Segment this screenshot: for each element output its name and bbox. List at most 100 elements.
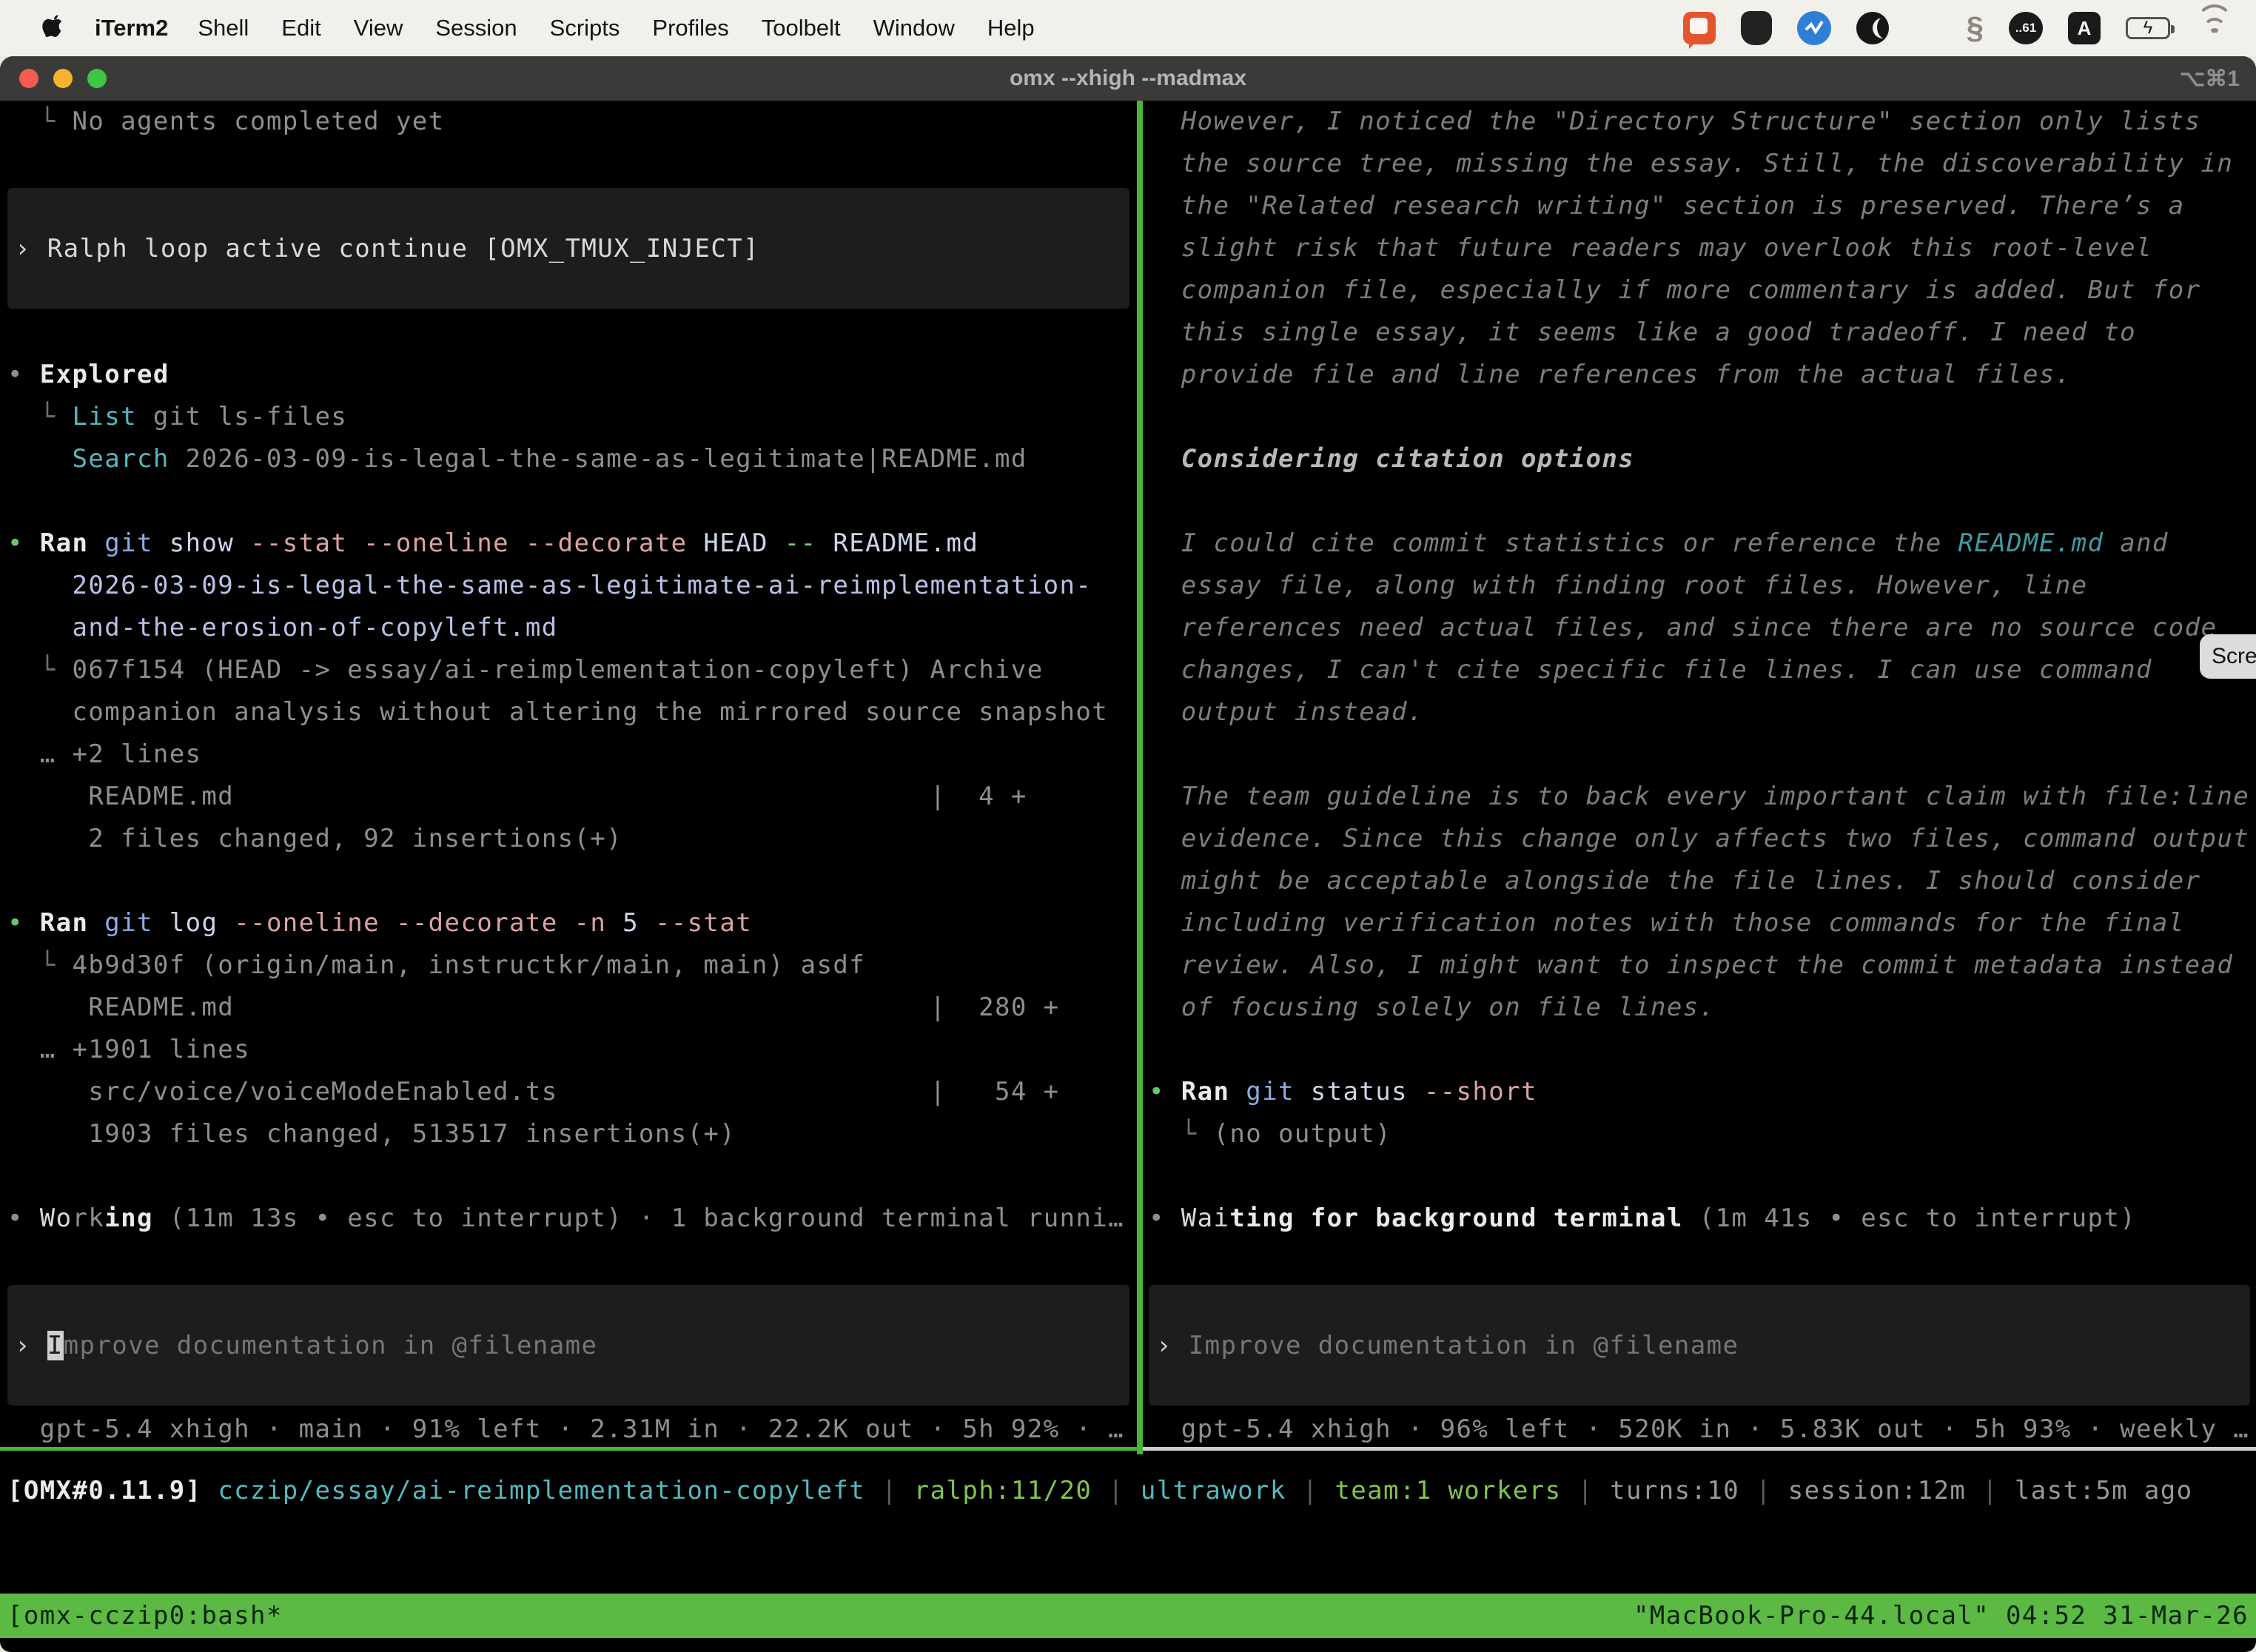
- text-segment: git ls-files: [137, 402, 347, 432]
- menu-bar-status-icons: § ..61 Aϟ: [1683, 10, 2234, 46]
- dots-grid-icon[interactable]: [1914, 15, 1941, 42]
- text-segment: Ran: [1181, 1077, 1230, 1107]
- text-segment: --stat: [250, 528, 347, 558]
- terminal-line: gpt-5.4 xhigh · main · 91% left · 2.31M …: [7, 1408, 1137, 1451]
- wifi-icon[interactable]: [2195, 13, 2234, 43]
- terminal-line: • Ran git status --short: [1149, 1071, 2256, 1113]
- tmux-status-bar: [omx-cczip0:bash* "MacBook-Pro-44.local"…: [0, 1594, 2256, 1638]
- tmux-pane-right[interactable]: However, I noticed the "Directory Struct…: [1143, 101, 2256, 1451]
- menu-item-shell[interactable]: Shell: [198, 15, 249, 41]
- text-segment: The team guideline is to back every impo…: [1149, 782, 2249, 811]
- text-segment: git: [104, 908, 153, 938]
- omx-segment: session:12m: [1788, 1476, 1967, 1505]
- pane-divider[interactable]: [1137, 101, 1143, 1454]
- squiggle-icon[interactable]: §: [1967, 10, 1984, 46]
- text-segment: Explored: [40, 360, 169, 389]
- text-segment: 2 files changed, 92 insertions(+): [7, 824, 622, 853]
- terminal-line: [1149, 1155, 2256, 1198]
- terminal-line: However, I noticed the "Directory Struct…: [1149, 101, 2256, 143]
- text-segment: the "Related research writing" section i…: [1149, 191, 2185, 221]
- percent-badge-icon[interactable]: ..61: [2009, 12, 2043, 44]
- terminal-line: Considering citation options: [1149, 438, 2256, 480]
- terminal-line: [7, 1240, 1137, 1282]
- terminal-line: [1149, 480, 2256, 523]
- terminal-line: [1149, 1029, 2256, 1071]
- screen-sharing-pill[interactable]: Scre: [2200, 634, 2256, 679]
- text-segment: README.md: [817, 528, 979, 558]
- omx-segment: |: [1739, 1476, 1788, 1505]
- text-segment: •: [1149, 1203, 1181, 1233]
- text-segment: README.md | 4 +: [7, 782, 1027, 811]
- text-segment: 4b9d30f (origin/main, instructkr/main, m…: [72, 950, 865, 980]
- menu-item-session[interactable]: Session: [435, 15, 517, 41]
- text-segment: essay file, along with finding root file…: [1149, 571, 2087, 600]
- crescent-icon[interactable]: [1856, 12, 1889, 44]
- text-segment: I could cite commit statistics or refere…: [1149, 528, 1958, 558]
- tmux-pane-left[interactable]: └ No agents completed yet› Ralph loop ac…: [0, 101, 1137, 1451]
- terminal-line: • Ran git show --stat --oneline --decora…: [7, 523, 1137, 565]
- text-segment: Search: [72, 444, 169, 474]
- terminal-line: gpt-5.4 xhigh · 96% left · 520K in · 5.8…: [1149, 1408, 2256, 1451]
- text-segment: slight risk that future readers may over…: [1149, 233, 2152, 263]
- menu-item-scripts[interactable]: Scripts: [550, 15, 620, 41]
- menu-item-toolbelt[interactable]: Toolbelt: [762, 15, 841, 41]
- terminal-line: [1149, 733, 2256, 776]
- omx-segment: ultrawork: [1141, 1476, 1286, 1505]
- terminal-line: review. Also, I might want to inspect th…: [1149, 944, 2256, 987]
- text-segment: •: [7, 360, 40, 389]
- omx-segment: team:1 workers: [1335, 1476, 1561, 1505]
- text-segment: [347, 528, 363, 558]
- terminal-line: └ 067f154 (HEAD -> essay/ai-reimplementa…: [7, 649, 1137, 691]
- text-segment: status: [1295, 1077, 1424, 1107]
- terminal-line: README.md | 280 +: [7, 987, 1137, 1029]
- apple-menu-icon[interactable]: [38, 15, 68, 41]
- terminal-line: [1149, 1240, 2256, 1282]
- chat-bubble-icon[interactable]: [1683, 12, 1716, 44]
- menu-item-profiles[interactable]: Profiles: [652, 15, 728, 41]
- terminal-line: evidence. Since this change only affects…: [1149, 818, 2256, 860]
- text-segment: •: [7, 908, 40, 938]
- terminal-line: output instead.: [1149, 691, 2256, 733]
- shield-grid-icon[interactable]: [1741, 11, 1772, 45]
- text-segment: 2026-03-09-is-legal-the-same-as-legitima…: [169, 444, 1027, 474]
- terminal-line: └ 4b9d30f (origin/main, instructkr/main,…: [7, 944, 1137, 987]
- terminal-line: … +1901 lines: [7, 1029, 1137, 1071]
- text-segment: •: [7, 1203, 40, 1233]
- omx-segment: |: [1092, 1476, 1141, 1505]
- menu-item-edit[interactable]: Edit: [281, 15, 320, 41]
- pulse-badge-icon[interactable]: [1797, 11, 1831, 45]
- ralph-loop-input[interactable]: › Ralph loop active continue [OMX_TMUX_I…: [7, 188, 1129, 309]
- prompt-input[interactable]: › Improve documentation in @filename: [7, 1285, 1129, 1406]
- terminal-line: changes, I can't cite specific file line…: [1149, 649, 2256, 691]
- window-titlebar[interactable]: omx --xhigh --madmax ⌥⌘1: [0, 56, 2256, 101]
- prompt-input[interactable]: › Improve documentation in @filename: [1149, 1285, 2250, 1406]
- text-segment: git: [104, 528, 153, 558]
- active-app-name[interactable]: iTerm2: [95, 15, 168, 41]
- text-segment: ting for background terminal: [1229, 1203, 1682, 1233]
- text-segment: gpt-5.4 xhigh · main · 91% left · 2.31M …: [7, 1414, 1124, 1444]
- text-segment: ›: [1156, 1331, 1189, 1360]
- menu-item-help[interactable]: Help: [987, 15, 1035, 41]
- text-segment: 2026-03-09-is-legal-the-same-as-legitima…: [7, 571, 1092, 600]
- terminal-line: • Explored: [7, 354, 1137, 396]
- keyboard-layout-icon[interactable]: A: [2068, 12, 2101, 44]
- text-segment: mprove documentation in @filename: [64, 1331, 598, 1360]
- terminal-line: [7, 1155, 1137, 1198]
- omx-segment: last:5m ago: [2015, 1476, 2193, 1505]
- menu-item-window[interactable]: Window: [873, 15, 955, 41]
- text-segment: └: [1149, 1119, 1213, 1149]
- menu-item-view[interactable]: View: [354, 15, 403, 41]
- text-segment: README.md | 280 +: [7, 993, 1060, 1022]
- terminal-line: └ (no output): [1149, 1113, 2256, 1155]
- text-segment: companion analysis without altering the …: [7, 697, 1108, 727]
- text-segment: 1903 files changed, 513517 insertions(+): [7, 1119, 736, 1149]
- terminal-line: the source tree, missing the essay. Stil…: [1149, 143, 2256, 185]
- text-segment: [380, 908, 396, 938]
- battery-icon[interactable]: ϟ: [2126, 17, 2170, 39]
- text-segment: and: [2104, 528, 2168, 558]
- text-segment: •: [1149, 1077, 1181, 1107]
- text-segment: (no output): [1213, 1119, 1391, 1149]
- omx-segment: |: [1562, 1476, 1611, 1505]
- terminal-line: Search 2026-03-09-is-legal-the-same-as-l…: [7, 438, 1137, 480]
- text-segment: git: [1246, 1077, 1295, 1107]
